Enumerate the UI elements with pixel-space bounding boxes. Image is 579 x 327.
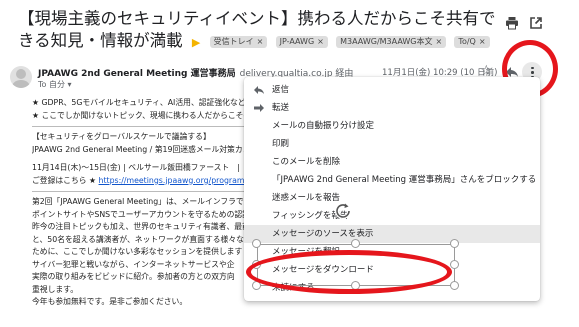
rotate-cursor-icon <box>335 202 351 219</box>
annotation-handle <box>450 260 459 269</box>
email-subject: 【現場主義のセキュリティイベント】携わる人だからこそ共有できる知見・情報が満載 … <box>18 8 498 54</box>
importance-marker-icon[interactable]: ▶ <box>192 36 200 49</box>
label-toq[interactable]: To/Q × <box>454 36 490 48</box>
forward-icon <box>254 104 264 112</box>
annotation-ellipse-download <box>246 250 452 294</box>
menu-item-reply[interactable]: 返信 <box>244 81 540 99</box>
annotation-handle <box>450 281 459 290</box>
annotation-handle <box>252 239 261 248</box>
sender-name[interactable]: JPAAWG 2nd General Meeting 運営事務局 <box>38 69 236 79</box>
menu-item-delete[interactable]: このメールを削除 <box>244 153 540 171</box>
menu-item-print[interactable]: 印刷 <box>244 135 540 153</box>
menu-item-forward[interactable]: 転送 <box>244 99 540 117</box>
remove-label-icon[interactable]: × <box>435 37 442 46</box>
remove-label-icon[interactable]: × <box>317 37 324 46</box>
menu-item-report-spam[interactable]: 迷惑メールを報告 <box>244 189 540 207</box>
reply-icon <box>254 86 264 94</box>
remove-label-icon[interactable]: × <box>479 37 486 46</box>
sender-avatar <box>10 66 32 88</box>
label-m3aawg[interactable]: M3AAWG/M3AAWG本文 × <box>336 36 447 48</box>
annotation-handle <box>351 239 360 248</box>
open-in-new-icon[interactable] <box>529 16 543 30</box>
menu-item-report-phishing[interactable]: フィッシングを報告 <box>244 207 540 225</box>
recipient-details[interactable]: To 自分 ▾ <box>38 79 72 90</box>
remove-label-icon[interactable]: × <box>257 37 264 46</box>
menu-item-block-sender[interactable]: 「JPAAWG 2nd General Meeting 運営事務局」さんをブロッ… <box>244 171 540 189</box>
menu-item-filter[interactable]: メールの自動振り分け設定 <box>244 117 540 135</box>
menu-item-show-original[interactable]: メッセージのソースを表示 <box>244 225 540 243</box>
label-inbox[interactable]: 受信トレイ × <box>209 36 268 48</box>
annotation-handle <box>450 239 459 248</box>
print-icon[interactable] <box>505 16 519 30</box>
label-jp-aawg[interactable]: JP-AAWG × <box>275 36 328 48</box>
